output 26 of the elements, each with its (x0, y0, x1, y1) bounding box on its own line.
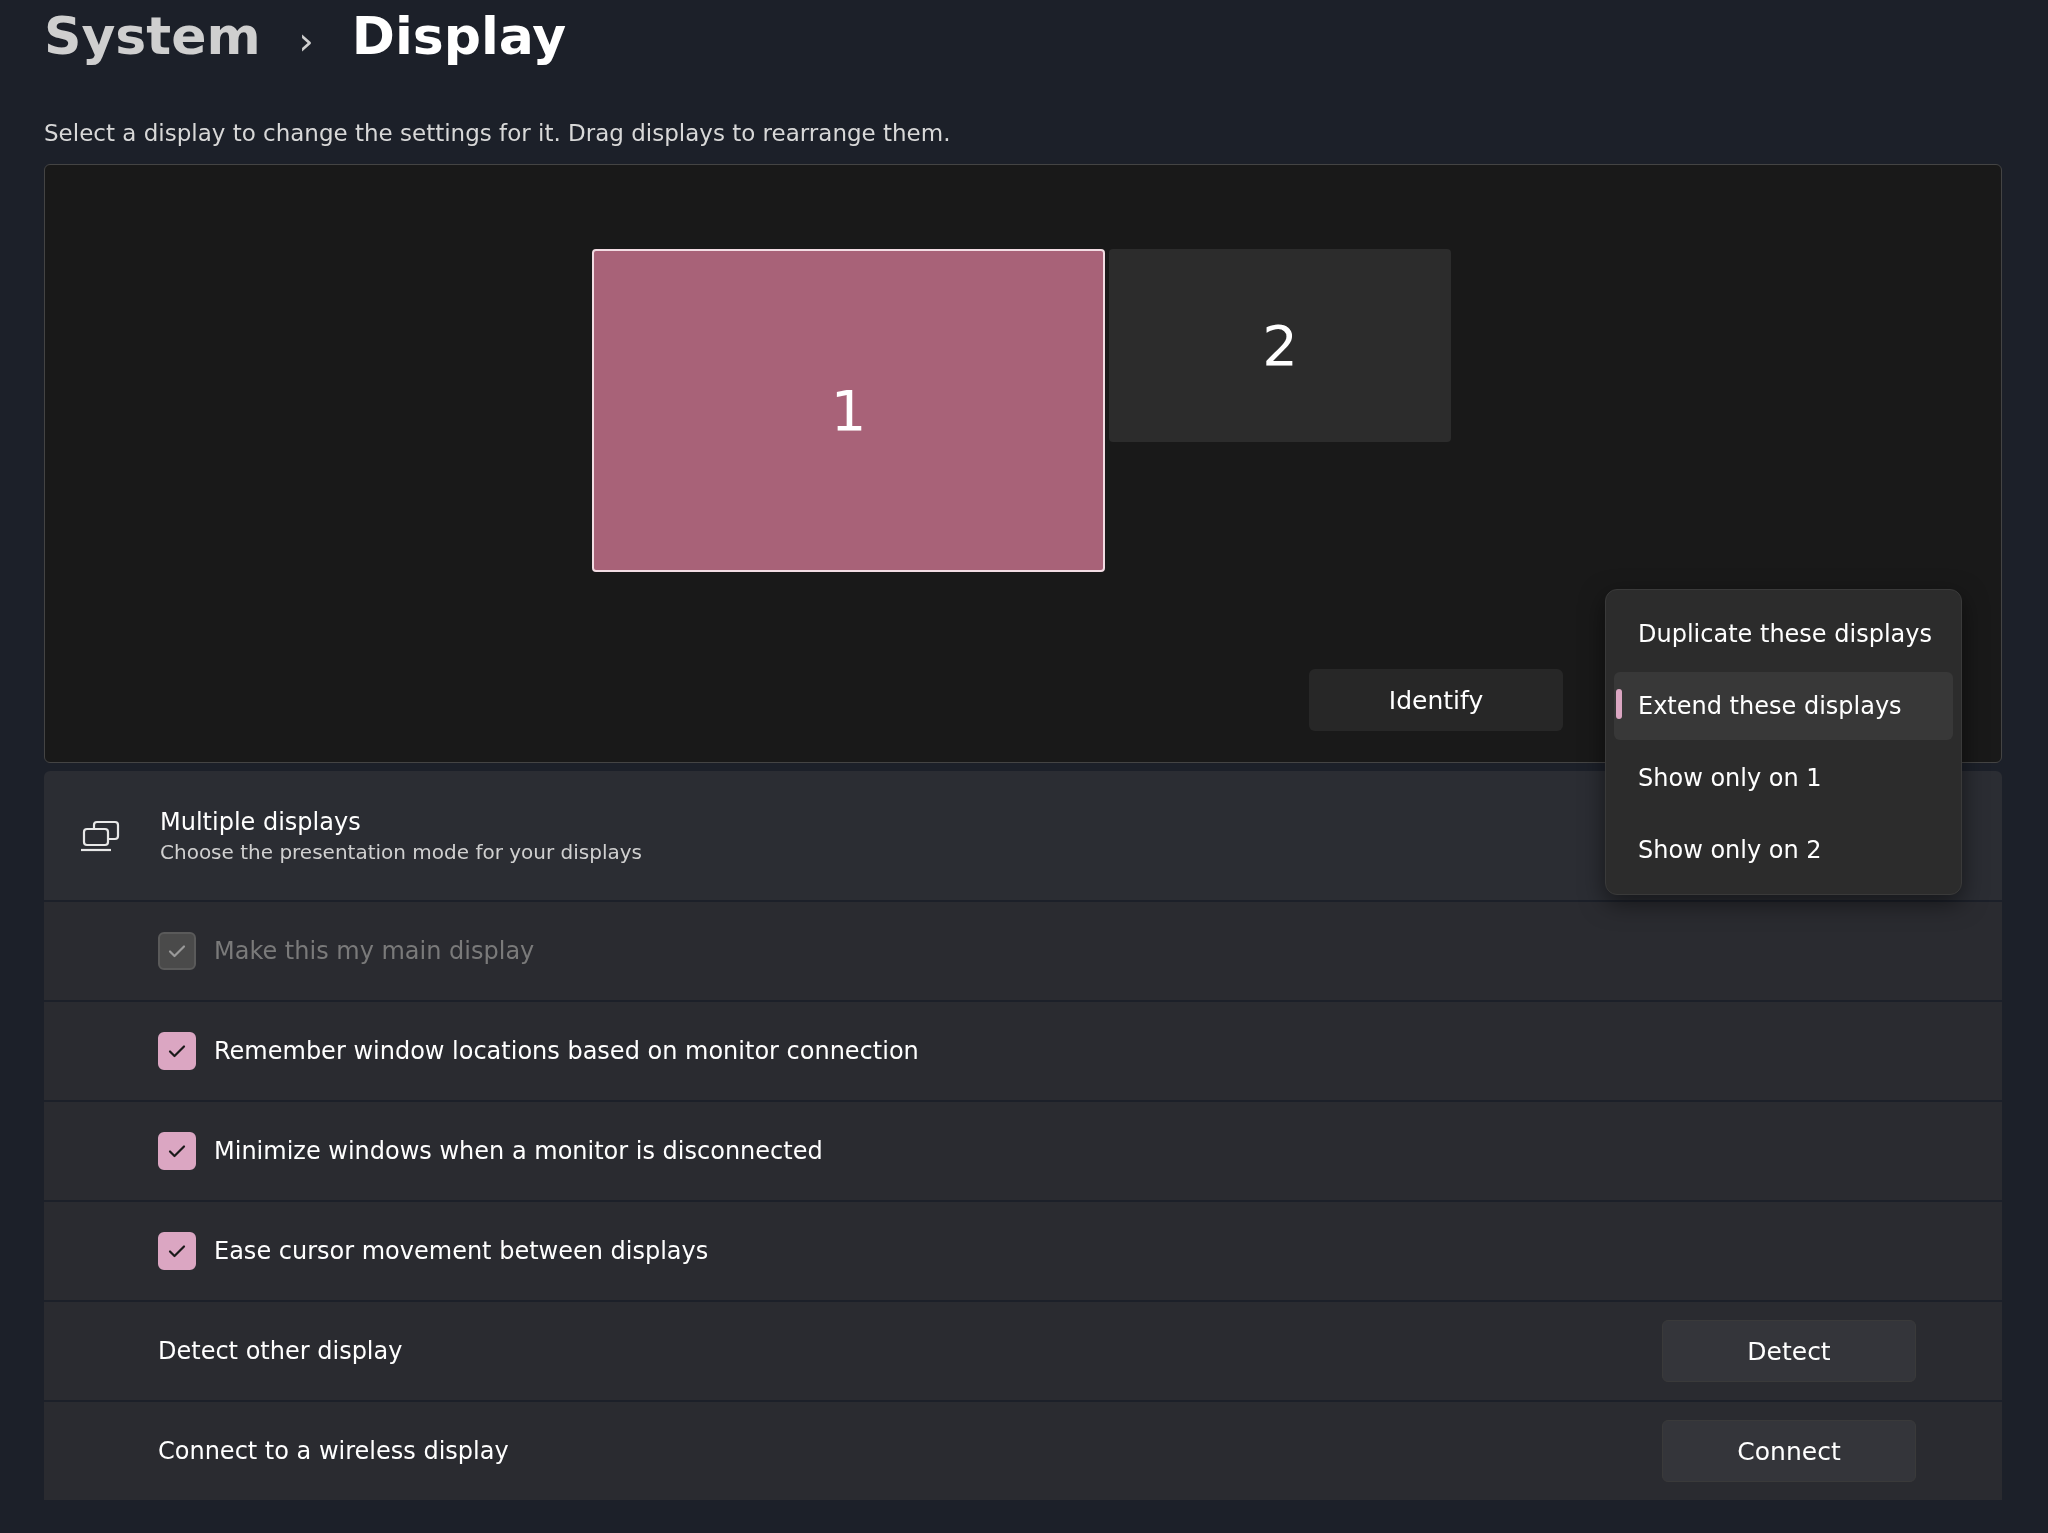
breadcrumb-parent[interactable]: System (44, 6, 261, 66)
menu-item[interactable]: Show only on 1 (1614, 744, 1953, 812)
checkbox-label: Remember window locations based on monitor connection (214, 1037, 920, 1065)
checkbox[interactable] (158, 1132, 196, 1170)
menu-item[interactable]: Show only on 2 (1614, 816, 1953, 884)
selection-indicator (1616, 689, 1622, 719)
action-button[interactable]: Connect (1662, 1420, 1916, 1482)
action-button[interactable]: Detect (1662, 1320, 1916, 1382)
checkbox[interactable] (158, 1232, 196, 1270)
monitors-icon (80, 819, 120, 852)
checkbox-label: Make this my main display (214, 937, 536, 965)
menu-item[interactable]: Extend these displays (1614, 672, 1953, 740)
identify-button[interactable]: Identify (1309, 669, 1563, 731)
monitor-tile[interactable]: 2 (1109, 249, 1451, 442)
setting-label: Connect to a wireless display (158, 1437, 510, 1465)
monitor-tile[interactable]: 1 (592, 249, 1105, 572)
breadcrumb-separator: › (298, 19, 314, 63)
section-title: Multiple displays (160, 807, 362, 836)
checkbox-label: Minimize windows when a monitor is disconnected (214, 1137, 824, 1165)
checkbox-label: Ease cursor movement between displays (214, 1237, 710, 1265)
setting-label: Detect other display (158, 1337, 404, 1365)
checkbox[interactable] (158, 1032, 196, 1070)
page-title: Display (351, 6, 567, 66)
menu-item[interactable]: Duplicate these displays (1614, 600, 1953, 668)
description-text: Select a display to change the settings for it. Drag displays to rearrange them. (44, 120, 952, 146)
section-subtitle: Choose the presentation mode for your displays (160, 839, 643, 864)
